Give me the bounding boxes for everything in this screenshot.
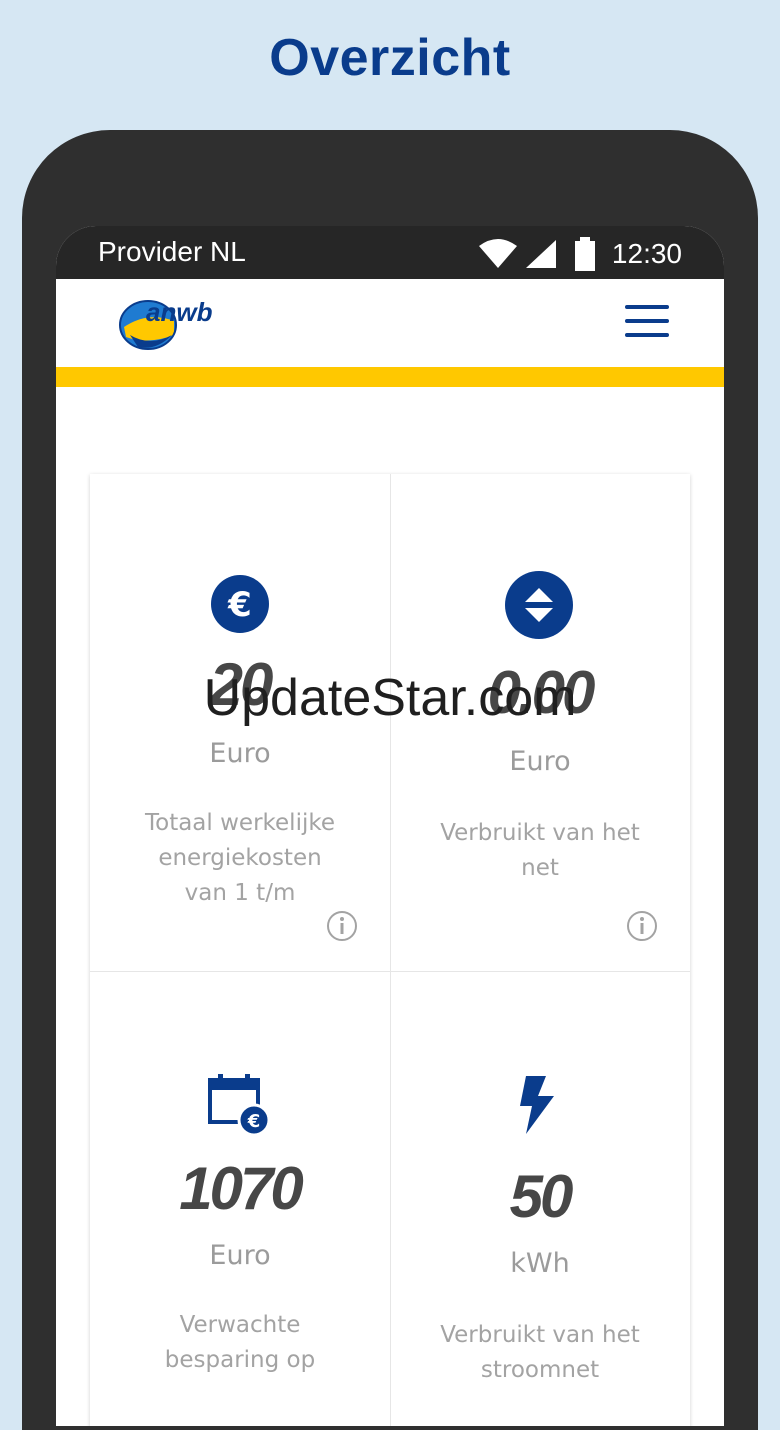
info-icon[interactable]	[326, 910, 358, 942]
battery-icon	[574, 237, 595, 271]
wifi-icon	[478, 239, 517, 268]
tile-value: 50	[509, 1163, 574, 1230]
tile-description: Verwachte besparing op	[164, 1312, 316, 1373]
status-icons: 12:30	[478, 234, 682, 274]
tile-unit: Euro	[209, 1240, 271, 1271]
page-headline: Overzicht	[269, 29, 511, 87]
tile-unit: Euro	[209, 738, 271, 769]
svg-text:€: €	[247, 1111, 261, 1132]
clock: 12:30	[611, 238, 682, 269]
tile-description: Verbruikt van het net	[440, 820, 640, 881]
app-bar: anwb	[56, 279, 724, 367]
watermark: UpdateStar.com	[203, 669, 577, 727]
svg-text:€: €	[227, 585, 252, 625]
calendar-euro-icon: €	[208, 1074, 270, 1136]
tile-unit: kWh	[510, 1248, 570, 1279]
euro-icon: €	[211, 575, 269, 633]
status-bar: Provider NL 12:30	[56, 226, 724, 279]
svg-text:anwb: anwb	[146, 297, 213, 327]
anwb-logo[interactable]: anwb	[116, 291, 236, 353]
tile-grid-electricity-usage[interactable]: 50 kWh Verbruikt van het stroomnet	[390, 972, 690, 1426]
up-down-arrows-icon	[505, 571, 573, 639]
lightning-icon	[520, 1076, 554, 1134]
accent-bar	[56, 367, 724, 387]
tile-unit: Euro	[509, 746, 571, 777]
hamburger-menu-icon[interactable]	[625, 305, 669, 341]
tile-description: Totaal werkelijke energiekosten van 1 t/…	[144, 810, 335, 906]
tile-description: Verbruikt van het stroomnet	[440, 1322, 640, 1383]
cell-signal-icon	[525, 240, 556, 268]
info-icon[interactable]	[626, 910, 658, 942]
tile-expected-savings[interactable]: € 1070 Euro Verwachte besparing op	[90, 972, 390, 1426]
phone-screen: Provider NL 12:30 anwb € 20 Euro Totaal …	[56, 226, 724, 1426]
overview-tiles: € 20 Euro Totaal werkelijke energiekoste…	[90, 474, 690, 1426]
tile-value: 1070	[179, 1155, 303, 1222]
carrier-name: Provider NL	[98, 236, 246, 267]
